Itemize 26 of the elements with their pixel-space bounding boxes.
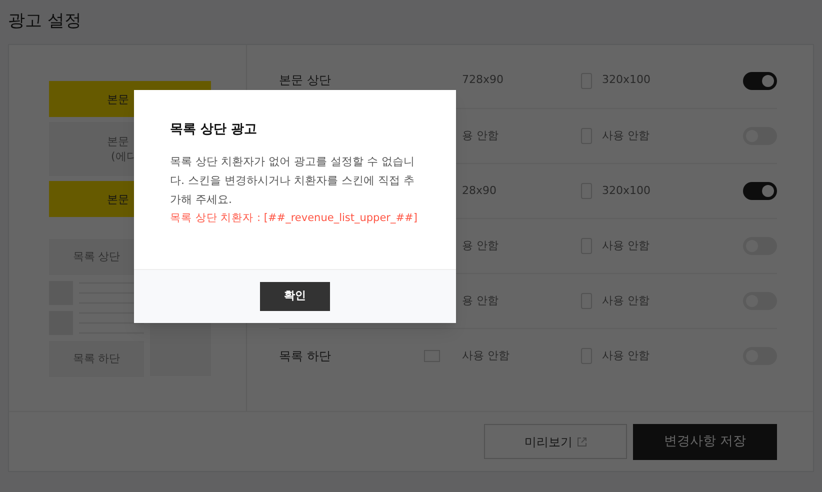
mobile-size: 사용 안함 <box>602 238 650 254</box>
external-link-icon <box>576 436 586 446</box>
desktop-size: 용 안함 <box>461 128 500 144</box>
row-label: 본문 상단 <box>279 73 331 88</box>
block-label: 본문 <box>107 192 129 206</box>
row-label: 목록 하단 <box>279 348 331 363</box>
desktop-size: 용 안함 <box>461 238 500 254</box>
toggle-switch[interactable] <box>743 72 777 90</box>
desktop-size: 28x90 <box>461 182 498 199</box>
desktop-size: 728x90 <box>461 72 505 88</box>
desktop-size: 사용 안함 <box>461 348 510 364</box>
dialog-note: 목록 상단 치환자 : [##_revenue_list_upper_##] <box>170 210 418 226</box>
mobile-size: 320x100 <box>602 72 652 88</box>
desktop-size: 용 안함 <box>461 292 500 309</box>
block-label: 본문 <box>107 92 129 106</box>
preview-button[interactable]: 미리보기 <box>484 424 627 459</box>
toggle-switch[interactable] <box>743 182 777 200</box>
dialog-title: 목록 상단 광고 <box>170 121 258 139</box>
save-button[interactable]: 변경사항 저장 <box>633 424 777 460</box>
confirm-button[interactable]: 확인 <box>260 282 330 311</box>
mobile-size: 사용 안함 <box>602 128 650 144</box>
page-title: 광고 설정 <box>8 10 82 33</box>
mobile-size: 사용 안함 <box>602 348 650 364</box>
mobile-size: 사용 안함 <box>602 292 650 309</box>
dialog-message: 목록 상단 치환자가 없어 광고를 설정할 수 없습니다. 스킨을 변경하시거나 치환자를 스킨에 직접 추가해 주세요. <box>170 154 416 208</box>
mobile-size: 320x100 <box>602 182 652 199</box>
